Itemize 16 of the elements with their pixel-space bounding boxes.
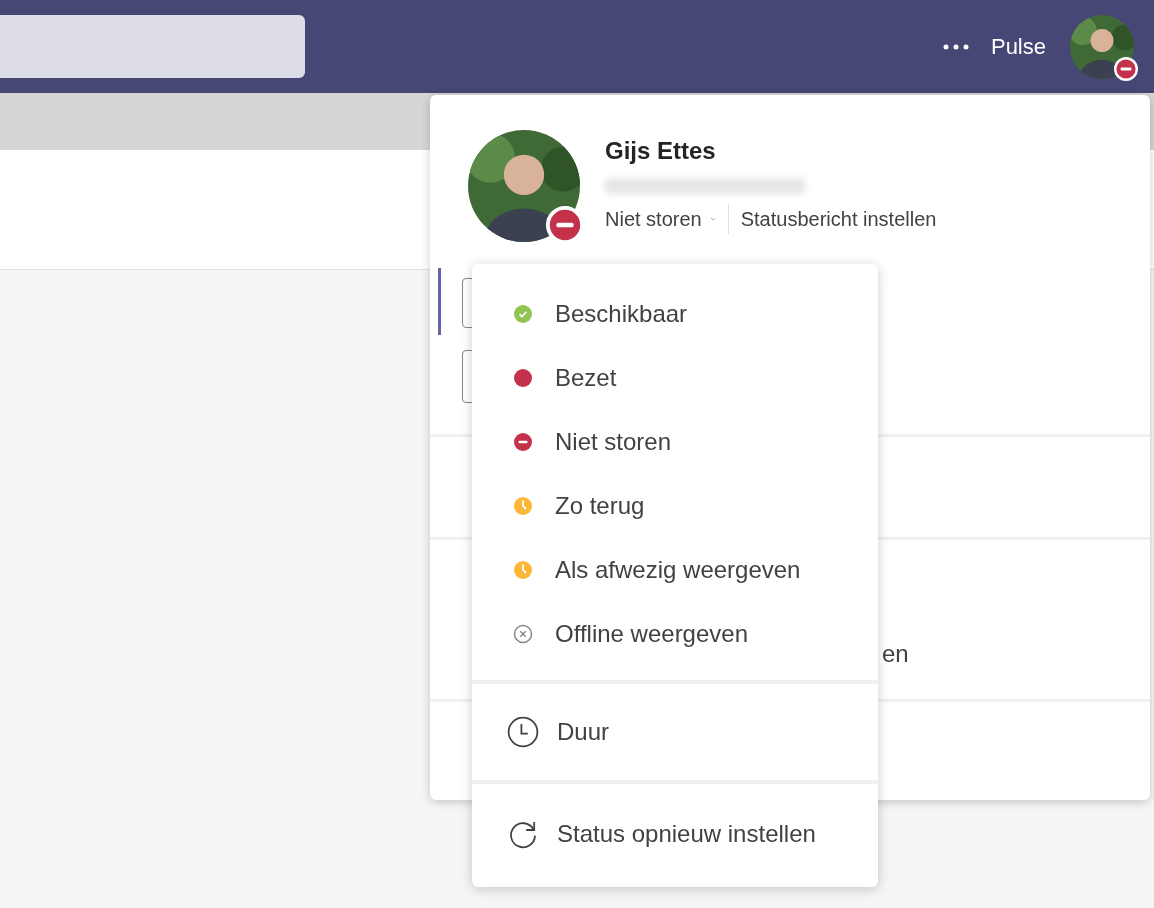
set-status-message-link[interactable]: Statusbericht instellen bbox=[728, 204, 937, 234]
status-option[interactable]: Niet storen bbox=[555, 424, 672, 460]
menu-item-text: en bbox=[882, 639, 909, 669]
search-field[interactable] bbox=[0, 15, 305, 78]
user-name: Gijs Ettes bbox=[605, 136, 717, 166]
status-option[interactable]: Bezet bbox=[555, 360, 617, 396]
menu-option[interactable]: Status opnieuw instellen bbox=[557, 816, 816, 852]
app-name: Pulse bbox=[990, 33, 1046, 61]
status-dropdown[interactable]: Niet storen bbox=[605, 204, 728, 234]
status-option[interactable]: Als afwezig weergeven bbox=[555, 552, 801, 588]
status-option[interactable]: Offline weergeven bbox=[555, 616, 748, 652]
status-option[interactable]: Zo terug bbox=[555, 488, 645, 524]
status-option[interactable]: Beschikbaar bbox=[555, 296, 688, 332]
clock-icon bbox=[507, 716, 539, 748]
menu-option[interactable]: Duur bbox=[557, 714, 610, 750]
more-icon[interactable] bbox=[942, 43, 969, 50]
